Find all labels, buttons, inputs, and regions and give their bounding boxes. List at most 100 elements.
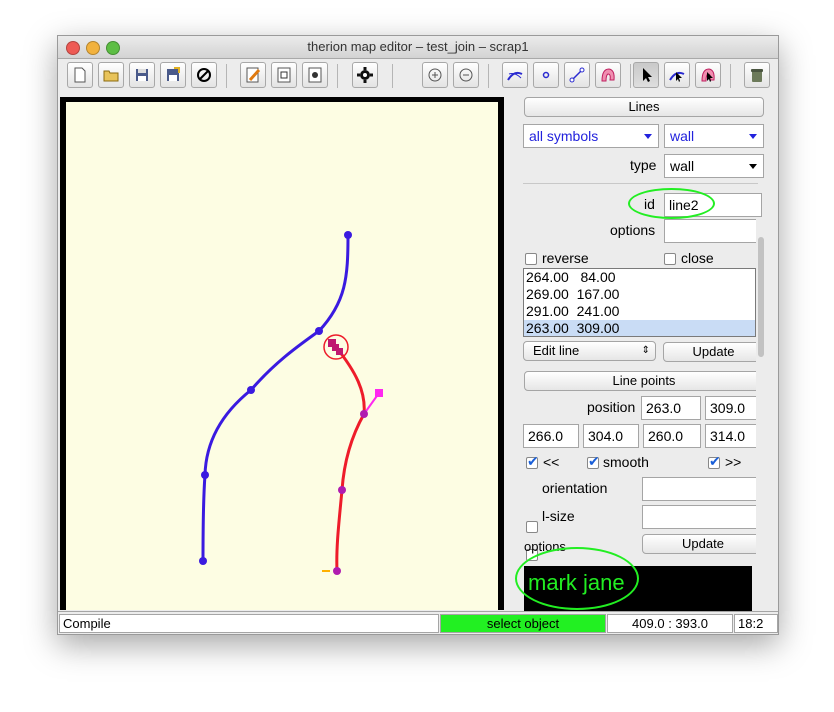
select-pointer-button[interactable] xyxy=(633,62,659,88)
status-bar: Compile select object 409.0 : 393.0 18:2 xyxy=(58,611,778,634)
list-item[interactable]: 291.00 241.00 xyxy=(524,303,755,320)
compile-button[interactable] xyxy=(352,62,378,88)
insert-area-button[interactable] xyxy=(595,62,621,88)
type-select[interactable]: wall xyxy=(664,154,764,178)
status-coordinates: 409.0 : 393.0 xyxy=(607,614,733,633)
edit-mode-value: Edit line xyxy=(533,343,580,358)
red-line-point[interactable] xyxy=(333,567,341,575)
line-class-select[interactable]: wall xyxy=(664,124,764,148)
close-label: close xyxy=(681,250,714,266)
symbols-select[interactable]: all symbols xyxy=(523,124,659,148)
insert-line-icon xyxy=(507,71,523,81)
blue-line-point[interactable] xyxy=(315,327,323,335)
drawing-layer xyxy=(199,231,383,575)
type-select-value: wall xyxy=(670,158,695,174)
line-class-select-value: wall xyxy=(670,128,695,144)
edit-text-icon xyxy=(246,67,261,83)
line-points-section-button[interactable]: Line points xyxy=(524,371,764,391)
insert-point-icon xyxy=(542,71,550,79)
panel-scrollbar-thumb[interactable] xyxy=(758,237,764,357)
close-file-button[interactable] xyxy=(191,62,217,88)
app-window: therion map editor – test_join – scrap1 xyxy=(57,35,779,635)
insert-line-point-icon xyxy=(569,67,585,83)
list-item[interactable]: 264.00 84.00 xyxy=(524,269,755,286)
next-checkbox[interactable] xyxy=(708,454,721,470)
orientation-field[interactable] xyxy=(642,477,764,501)
edit-image-icon xyxy=(277,67,291,83)
map-canvas[interactable] xyxy=(66,102,498,610)
edit-image-button[interactable] xyxy=(271,62,297,88)
canvas-scrollbar[interactable] xyxy=(507,97,519,610)
orientation-label: orientation xyxy=(542,480,608,496)
properties-panel: Lines all symbols wall type wall id line… xyxy=(515,97,768,614)
select-line-icon xyxy=(669,71,685,82)
blue-line-point[interactable] xyxy=(344,231,352,239)
id-highlight-ellipse xyxy=(628,188,715,219)
line-points-list[interactable]: 264.00 84.00 269.00 167.00 291.00 241.00… xyxy=(523,268,756,337)
save-as-button[interactable] xyxy=(160,62,186,88)
join-point-c[interactable] xyxy=(336,348,343,355)
reverse-checkbox[interactable] xyxy=(525,253,537,265)
edit-mode-select[interactable]: Edit line ⇕ xyxy=(523,341,656,361)
edit-text-button[interactable] xyxy=(240,62,266,88)
control-point-1-x-field[interactable]: 266.0 xyxy=(523,424,579,448)
orientation-checkbox[interactable] xyxy=(526,521,538,533)
prev-checkbox[interactable] xyxy=(526,454,539,470)
chevron-down-icon xyxy=(644,134,652,139)
position-x-field[interactable]: 263.0 xyxy=(641,396,701,420)
toolbar xyxy=(58,59,778,95)
status-zoom: 18:2 xyxy=(734,614,778,633)
update-button[interactable]: Update xyxy=(663,342,764,362)
lines-section-button[interactable]: Lines xyxy=(524,97,764,117)
map-canvas-frame xyxy=(60,97,504,610)
lsize-label: l-size xyxy=(542,508,575,524)
save-icon xyxy=(136,69,148,81)
settings-icon xyxy=(308,67,322,83)
save-button[interactable] xyxy=(129,62,155,88)
chevron-down-icon xyxy=(749,134,757,139)
new-file-button[interactable] xyxy=(67,62,93,88)
select-line-button[interactable] xyxy=(664,62,690,88)
settings-button[interactable] xyxy=(302,62,328,88)
red-line-point[interactable] xyxy=(360,410,368,418)
delete-button[interactable] xyxy=(744,62,770,88)
list-item[interactable]: 269.00 167.00 xyxy=(524,286,755,303)
new-file-icon xyxy=(74,67,86,83)
insert-area-icon xyxy=(601,68,615,82)
blue-line-point[interactable] xyxy=(201,471,209,479)
list-item-selected[interactable]: 263.00 309.00 xyxy=(524,320,755,336)
annotation-highlight-ellipse xyxy=(515,547,639,610)
blue-wall-line[interactable] xyxy=(201,234,350,562)
panel-scrollbar[interactable] xyxy=(756,217,766,609)
zoom-out-button[interactable] xyxy=(453,62,479,88)
control-point-1-y-field[interactable]: 304.0 xyxy=(583,424,639,448)
control-point-handle[interactable] xyxy=(375,389,383,397)
smooth-checkbox[interactable] xyxy=(587,454,600,470)
status-compile: Compile xyxy=(59,614,439,633)
red-wall-line[interactable] xyxy=(334,346,366,572)
reverse-label: reverse xyxy=(542,250,589,266)
close-checkbox[interactable] xyxy=(664,253,676,265)
insert-line-button[interactable] xyxy=(502,62,528,88)
smooth-label: smooth xyxy=(603,454,649,470)
title-bar: therion map editor – test_join – scrap1 xyxy=(58,36,778,59)
chevron-down-icon xyxy=(749,164,757,169)
insert-point-button[interactable] xyxy=(533,62,559,88)
trash-icon xyxy=(751,69,763,82)
lsize-field[interactable] xyxy=(642,505,764,529)
select-area-button[interactable] xyxy=(695,62,721,88)
insert-line-point-button[interactable] xyxy=(564,62,590,88)
open-button[interactable] xyxy=(98,62,124,88)
red-line-point[interactable] xyxy=(338,486,346,494)
zoom-in-button[interactable] xyxy=(422,62,448,88)
prev-label: << xyxy=(543,454,560,470)
blue-line-point[interactable] xyxy=(247,386,255,394)
zoom-in-icon xyxy=(428,68,442,82)
blue-line-point[interactable] xyxy=(199,557,207,565)
update2-button[interactable]: Update xyxy=(642,534,764,554)
options-label: options xyxy=(610,222,656,238)
control-point-2-x-field[interactable]: 260.0 xyxy=(643,424,701,448)
options-field[interactable] xyxy=(664,219,762,243)
next-label: >> xyxy=(725,454,742,470)
save-as-icon xyxy=(167,67,180,81)
